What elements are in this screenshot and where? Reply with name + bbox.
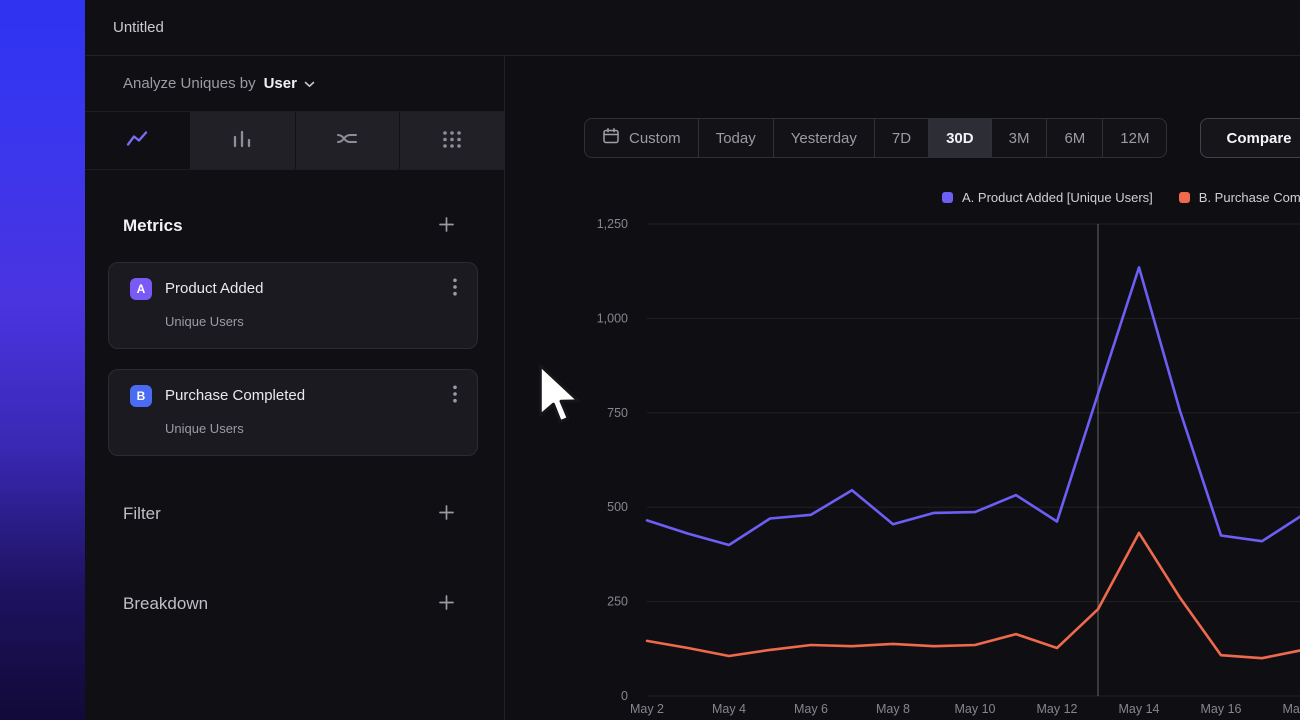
analyze-by-value: User <box>264 75 297 92</box>
chart-type-tabbar <box>85 112 504 170</box>
filter-section-header: Filter <box>85 498 504 530</box>
bar-chart-icon <box>230 127 254 154</box>
breakdown-section-header: Breakdown <box>85 588 504 620</box>
svg-text:May 18: May 18 <box>1283 702 1300 716</box>
metrics-section-header: Metrics <box>85 210 504 242</box>
analytics-app: Untitled Analyze Uniques by User <box>85 0 1300 720</box>
plus-icon <box>439 595 454 613</box>
breakdown-title: Breakdown <box>123 594 208 614</box>
svg-text:500: 500 <box>607 500 628 514</box>
svg-text:250: 250 <box>607 595 628 609</box>
chart-panel: Custom Today Yesterday 7D 30D 3M 6M 12M … <box>505 56 1300 720</box>
svg-text:May 6: May 6 <box>794 702 828 716</box>
tab-bar-chart[interactable] <box>190 112 295 169</box>
svg-text:May 2: May 2 <box>630 702 664 716</box>
background-gradient <box>0 0 85 720</box>
svg-text:May 14: May 14 <box>1119 702 1160 716</box>
kebab-icon <box>453 284 457 299</box>
svg-text:0: 0 <box>621 689 628 703</box>
query-panel: Analyze Uniques by User <box>85 56 505 720</box>
tab-flow[interactable] <box>295 112 400 169</box>
metrics-title: Metrics <box>123 216 183 236</box>
svg-text:May 16: May 16 <box>1201 702 1242 716</box>
tab-grid[interactable] <box>399 112 504 169</box>
add-metric-button[interactable] <box>434 214 458 238</box>
plus-icon <box>439 505 454 523</box>
report-title[interactable]: Untitled <box>113 19 164 36</box>
metric-name: Product Added <box>165 280 263 297</box>
app-window: Untitled Analyze Uniques by User <box>0 0 1300 720</box>
metric-measurement[interactable]: Unique Users <box>165 421 463 436</box>
svg-text:750: 750 <box>607 406 628 420</box>
metric-card-b[interactable]: B Purchase Completed Unique Users <box>108 369 478 456</box>
add-filter-button[interactable] <box>434 502 458 526</box>
add-breakdown-button[interactable] <box>434 592 458 616</box>
chevron-down-icon <box>304 76 315 91</box>
line-chart[interactable]: 0 250 500 750 1,000 1,250 May 2 May 4 May 6 May 8… <box>505 56 1300 720</box>
plus-icon <box>439 217 454 235</box>
analyze-by-dropdown[interactable]: User <box>264 75 315 92</box>
analyze-label: Analyze Uniques by <box>123 75 256 92</box>
svg-text:May 12: May 12 <box>1037 702 1078 716</box>
line-chart-icon <box>125 127 149 154</box>
filter-title: Filter <box>123 504 161 524</box>
top-bar: Untitled <box>85 0 1300 55</box>
svg-text:1,000: 1,000 <box>597 311 628 325</box>
metric-badge-a: A <box>130 278 152 300</box>
kebab-icon <box>453 391 457 406</box>
svg-text:1,250: 1,250 <box>597 217 628 231</box>
flow-icon <box>335 127 359 154</box>
svg-text:May 10: May 10 <box>955 702 996 716</box>
metric-measurement[interactable]: Unique Users <box>165 314 463 329</box>
analyze-row: Analyze Uniques by User <box>85 56 504 112</box>
metric-menu-button[interactable] <box>447 276 463 301</box>
metric-name: Purchase Completed <box>165 387 305 404</box>
tab-line-chart[interactable] <box>85 112 190 169</box>
grid-dots-icon <box>440 127 464 154</box>
svg-text:May 4: May 4 <box>712 702 746 716</box>
metric-badge-b: B <box>130 385 152 407</box>
metric-card-a[interactable]: A Product Added Unique Users <box>108 262 478 349</box>
svg-text:May 8: May 8 <box>876 702 910 716</box>
metric-menu-button[interactable] <box>447 383 463 408</box>
